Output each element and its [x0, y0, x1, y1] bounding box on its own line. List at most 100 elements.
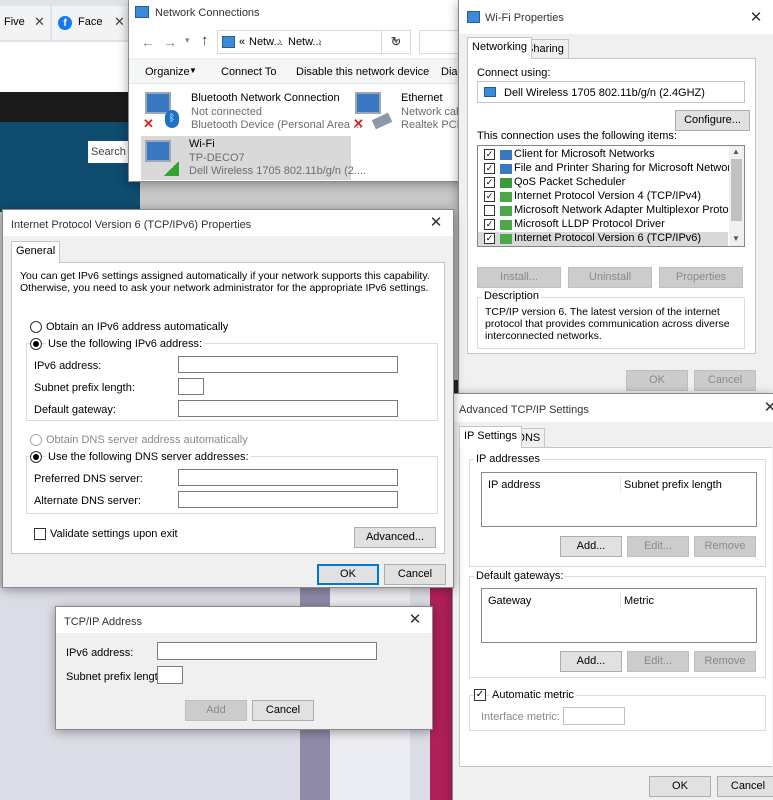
alternate-dns-label: Alternate DNS server: — [34, 495, 141, 507]
list-item-checkbox[interactable]: ✓ — [484, 163, 495, 174]
description-label: Description — [482, 290, 542, 302]
validate-checkbox[interactable] — [34, 528, 46, 540]
list-item[interactable]: ✓ File and Printer Sharing for Microsoft… — [478, 162, 742, 176]
gateway-table: Gateway Metric — [481, 588, 757, 643]
ok-button[interactable]: OK — [317, 564, 379, 585]
cancel-button[interactable]: Cancel — [694, 370, 756, 391]
column-header-gateway[interactable]: Gateway — [488, 595, 531, 607]
auto-ipv6-radio[interactable] — [30, 321, 42, 333]
list-item-checkbox[interactable] — [484, 205, 495, 216]
auto-dns-radio[interactable] — [30, 434, 42, 446]
connect-to-button[interactable]: Connect To — [221, 66, 276, 78]
use-dns-radio[interactable] — [30, 451, 42, 463]
list-item-checkbox[interactable]: ✓ — [484, 177, 495, 188]
networking-panel: Connect using: Dell Wireless 1705 802.11… — [467, 58, 756, 354]
list-item[interactable]: Microsoft Network Adapter Multiplexor Pr… — [478, 204, 743, 218]
remove-ip-button[interactable]: Remove — [694, 536, 756, 557]
back-arrow-icon[interactable]: ← — [141, 34, 155, 50]
list-item[interactable]: ✓ Client for Microsoft Networks — [478, 148, 728, 162]
cancel-button[interactable]: Cancel — [717, 776, 773, 797]
edit-ip-button[interactable]: Edit... — [627, 536, 689, 557]
network-item-name: Wi-Fi — [189, 138, 215, 150]
network-item-name: Ethernet — [401, 92, 443, 104]
list-item-checkbox[interactable]: ✓ — [484, 191, 495, 202]
refresh-button[interactable]: ↻ — [381, 30, 411, 54]
list-item-checkbox[interactable]: ✓ — [484, 149, 495, 160]
properties-button[interactable]: Properties — [659, 267, 743, 288]
preferred-dns-field[interactable] — [178, 469, 398, 486]
column-header-metric[interactable]: Metric — [624, 595, 654, 607]
default-gateway-field[interactable] — [178, 400, 398, 417]
advanced-button[interactable]: Advanced... — [354, 527, 436, 548]
use-ipv6-radio[interactable] — [30, 338, 42, 350]
edit-gateway-button[interactable]: Edit... — [627, 651, 689, 672]
ok-button[interactable]: OK — [626, 370, 688, 391]
adapter-name: Dell Wireless 1705 802.11b/g/n (2.4GHZ) — [504, 87, 705, 99]
browser-tab-facebook[interactable]: f Face ✕ — [52, 6, 140, 40]
network-item-wifi[interactable]: Wi-Fi TP-DECO7 Dell Wireless 1705 802.11… — [141, 136, 366, 180]
chevron-down-icon[interactable]: ▼ — [732, 234, 740, 243]
remove-gateway-button[interactable]: Remove — [694, 651, 756, 672]
browser-tab-label: Face — [78, 16, 103, 28]
close-icon[interactable]: ✕ — [425, 212, 447, 234]
column-header-ip[interactable]: IP address — [488, 479, 540, 491]
cancel-button[interactable]: Cancel — [384, 564, 446, 585]
close-icon[interactable]: ✕ — [759, 397, 773, 419]
uninstall-button[interactable]: Uninstall — [568, 267, 652, 288]
network-item-bluetooth[interactable]: ✕ ᛒ Bluetooth Network Connection Not con… — [143, 90, 362, 134]
chevron-up-icon[interactable]: ▲ — [732, 147, 740, 156]
ipv6-address-field[interactable] — [178, 356, 398, 373]
auto-ipv6-label: Obtain an IPv6 address automatically — [46, 321, 229, 333]
browser-tab-label: Five — [4, 16, 25, 28]
list-item[interactable]: ✓ QoS Packet Scheduler — [478, 176, 728, 190]
chevron-right-icon: › — [318, 36, 322, 48]
list-item-checkbox[interactable]: ✓ — [484, 233, 495, 244]
add-button[interactable]: Add — [185, 700, 247, 721]
tab-networking[interactable]: Networking — [467, 37, 533, 59]
scroll-thumb[interactable] — [731, 159, 742, 221]
computer-network-icon — [355, 92, 381, 114]
validate-label: Validate settings upon exit — [50, 528, 178, 540]
browser-tab-five[interactable]: Five ✕ — [0, 6, 50, 40]
chevron-down-icon: ▼ — [189, 66, 197, 75]
interface-metric-field[interactable] — [563, 707, 625, 725]
close-icon[interactable]: ✕ — [404, 609, 426, 631]
list-item[interactable]: ✓ Microsoft LLDP Protocol Driver — [478, 218, 728, 232]
up-arrow-icon[interactable]: ↑ — [201, 32, 209, 49]
chevron-down-icon[interactable]: ▾ — [185, 35, 190, 46]
list-item-selected[interactable]: ✓ Internet Protocol Version 6 (TCP/IPv6) — [478, 232, 728, 246]
subnet-prefix-field[interactable] — [178, 378, 204, 395]
install-button[interactable]: Install... — [477, 267, 561, 288]
network-folder-icon — [222, 36, 235, 48]
list-item-label: File and Printer Sharing for Microsoft N… — [514, 162, 743, 174]
close-icon[interactable]: ✕ — [745, 7, 767, 29]
error-x-icon: ✕ — [353, 116, 364, 131]
disable-device-button[interactable]: Disable this network device — [296, 66, 429, 78]
connect-using-label: Connect using: — [477, 67, 551, 79]
alternate-dns-field[interactable] — [178, 491, 398, 508]
ipv6-address-input[interactable] — [157, 642, 377, 660]
list-item-checkbox[interactable]: ✓ — [484, 219, 495, 230]
column-header-subnet[interactable]: Subnet prefix length — [624, 479, 722, 491]
list-scrollbar[interactable]: ▲ ▼ — [729, 146, 744, 246]
protocol-icon — [500, 220, 512, 230]
close-icon[interactable]: ✕ — [114, 14, 125, 30]
cancel-button[interactable]: Cancel — [252, 700, 314, 721]
subnet-prefix-input[interactable] — [157, 666, 183, 684]
chevron-right-icon: › — [278, 36, 282, 48]
network-item-ethernet[interactable]: ✕ Ethernet Network cabl Realtek PCIe G — [353, 90, 467, 134]
advanced-titlebar: Advanced TCP/IP Settings ✕ — [453, 394, 773, 422]
add-ip-button[interactable]: Add... — [560, 536, 622, 557]
close-icon[interactable]: ✕ — [34, 14, 45, 30]
tab-ip-settings[interactable]: IP Settings — [459, 426, 522, 448]
ok-button[interactable]: OK — [649, 776, 711, 797]
tab-general[interactable]: General — [11, 241, 61, 263]
forward-arrow-icon[interactable]: → — [163, 34, 177, 50]
cable-icon — [371, 112, 393, 130]
list-item[interactable]: ✓ Internet Protocol Version 4 (TCP/IPv4) — [478, 190, 728, 204]
add-gateway-button[interactable]: Add... — [560, 651, 622, 672]
breadcrumb-item[interactable]: Netw... — [288, 36, 322, 48]
organize-menu[interactable]: Organize — [145, 66, 190, 78]
automatic-metric-checkbox[interactable]: ✓ — [474, 689, 486, 701]
configure-button[interactable]: Configure... — [675, 110, 750, 131]
